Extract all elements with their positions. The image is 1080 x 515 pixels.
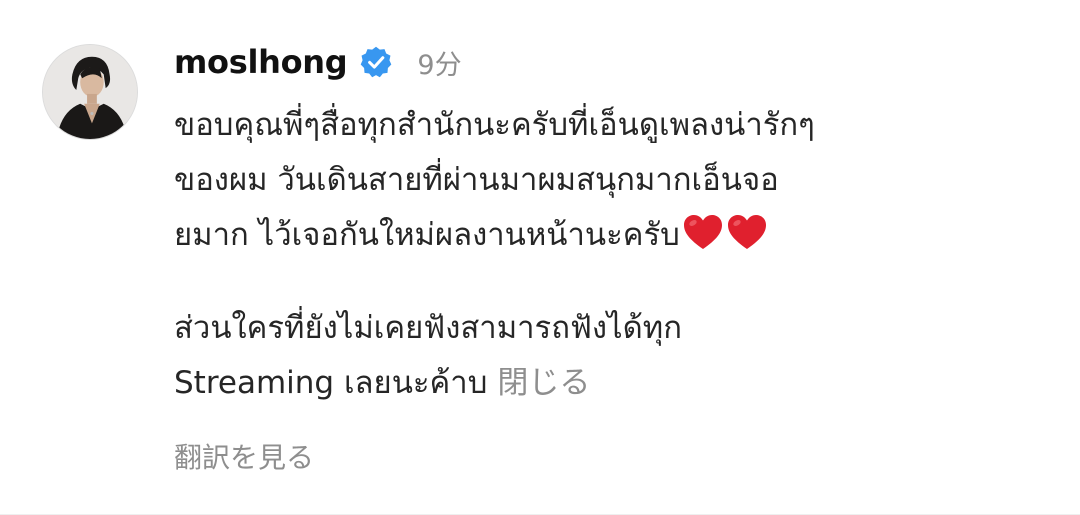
heart-emoji-icon — [726, 213, 768, 251]
collapse-caption-button[interactable]: 閉じる — [497, 365, 590, 401]
caption-line: ขอบคุณพี่ๆสื่อทุกสำนักนะครับที่เอ็นดูเพล… — [174, 107, 815, 143]
caption-line-text: ยมาก ไว้เจอกันใหม่ผลงานหน้านะครับ — [174, 217, 680, 253]
verified-badge-icon — [359, 45, 393, 79]
avatar[interactable] — [42, 44, 138, 140]
timestamp: 9分 — [417, 49, 462, 81]
caption-line-text: Streaming เลยนะค้าบ — [174, 365, 488, 401]
caption-line: ยมาก ไว้เจอกันใหม่ผลงานหน้านะครับ — [174, 208, 1054, 263]
heart-emoji-icon — [682, 213, 724, 251]
see-translation-button[interactable]: 翻訳を見る — [174, 436, 314, 476]
caption-line: ส่วนใครที่ยังไม่เคยฟังสามารถฟังได้ทุก — [174, 310, 682, 346]
comment-header: moslhong 9分 — [174, 38, 462, 86]
username-link[interactable]: moslhong — [174, 43, 348, 81]
caption-line: Streaming เลยนะค้าบ 閉じる — [174, 356, 1054, 411]
comment-caption: ขอบคุณพี่ๆสื่อทุกสำนักนะครับที่เอ็นดูเพล… — [174, 98, 1054, 411]
avatar-image — [43, 45, 137, 139]
comment-post: moslhong 9分 ขอบคุณพี่ๆสื่อทุกสำนักนะครับ… — [0, 0, 1080, 515]
caption-line: ของผม วันเดินสายที่ผ่านมาผมสนุกมากเอ็นจอ — [174, 162, 779, 198]
